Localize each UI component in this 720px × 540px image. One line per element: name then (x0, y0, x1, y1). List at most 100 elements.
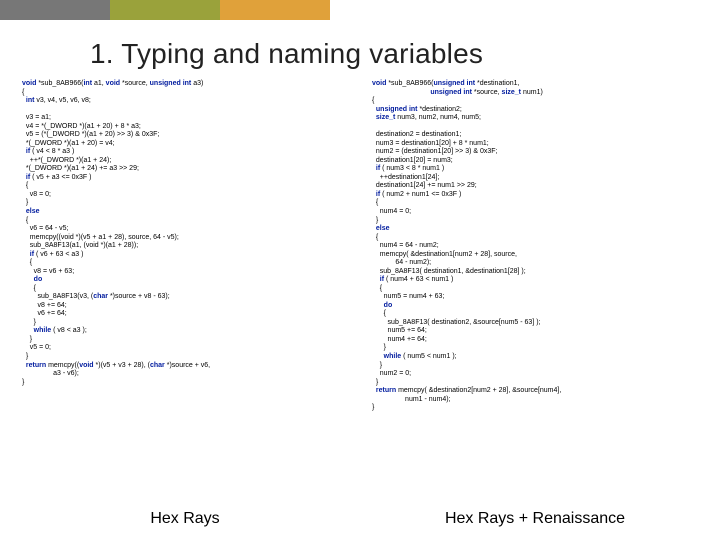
r-bo4: { (372, 310, 386, 317)
l-v6: v6 = 64 - v5; (22, 225, 69, 232)
r-if3a: ( num4 + 63 < num1 ) (384, 276, 453, 283)
l-v8a: v8 = 0; (22, 191, 51, 198)
kw-uint-r3: unsigned int (376, 106, 418, 113)
r-bc2: } (372, 379, 378, 386)
kw-uint-r1: unsigned int (433, 80, 475, 87)
r-open: { (372, 97, 374, 104)
l-bc1: } (22, 199, 28, 206)
accent-grey (0, 0, 110, 20)
r-n4b: num4 = 64 - num2; (372, 242, 439, 249)
caption-right: Hex Rays + Renaissance (330, 510, 680, 528)
kw-uint: unsigned int (150, 80, 192, 87)
r-close: } (372, 404, 374, 411)
accent-olive (110, 0, 220, 20)
l-ret1b: *)(v5 + v3 + 28), ( (94, 362, 150, 369)
r-ret2: num1 - num4); (372, 396, 451, 403)
r-bc3: } (372, 362, 382, 369)
l-wh1: ( v8 < a3 ); (51, 327, 87, 334)
r-bo2: { (372, 234, 378, 241)
kw-void-r: void (372, 80, 386, 87)
r-n4a: num4 = 0; (372, 208, 411, 215)
l-bc3: } (22, 336, 32, 343)
r-bo1: { (372, 199, 378, 206)
kw-while1: while (34, 327, 52, 334)
r-bo3: { (372, 285, 382, 292)
l-ret1: memcpy(( (46, 362, 79, 369)
l-bo4: { (22, 285, 36, 292)
r-ret1: memcpy( &destination2[num2 + 28], &sourc… (396, 387, 561, 394)
caption-row: Hex Rays Hex Rays + Renaissance (0, 510, 720, 528)
r-n5b: num5 += 64; (372, 327, 427, 334)
r-sigpre: *sub_8AB966( (386, 80, 433, 87)
r-call1: sub_8A8F13( destination1, &destination1[… (372, 268, 526, 275)
accent-orange (220, 0, 330, 20)
l-v8b: v8 = v6 + 63; (22, 268, 74, 275)
r-wh1: ( num5 < num1 ); (401, 353, 456, 360)
kw-sizet2: size_t (376, 114, 395, 121)
caption-left: Hex Rays (40, 510, 330, 528)
kw-char2: char (150, 362, 165, 369)
kw-uint-r2: unsigned int (430, 89, 472, 96)
r-if2a: ( num2 + num1 <= 0x3F ) (380, 191, 461, 198)
kw-return-r: return (376, 387, 396, 394)
l-v3: v3 = a1; (22, 114, 51, 121)
l-v8c: v8 += 64; (22, 302, 67, 309)
l-v5: v5 = (*(_DWORD *)(a1 + 20) >> 3) & 0x3F; (22, 131, 159, 138)
r-src: *source, (472, 89, 502, 96)
r-d1: *destination1, (475, 80, 519, 87)
l-if2a: ( v5 + a3 <= 0x3F ) (30, 174, 91, 181)
l-a1: a1, (92, 80, 106, 87)
r-bc4: } (372, 344, 386, 351)
l-call2b: *)source + v8 - 63); (108, 293, 170, 300)
l-bo1: { (22, 182, 28, 189)
code-right: void *sub_8AB966(unsigned int *destinati… (372, 80, 698, 413)
l-src: *source, (120, 80, 150, 87)
l-v5b: v5 = 0; (22, 344, 51, 351)
r-n3: num3 = destination1[20] + 8 * num1; (372, 140, 489, 147)
l-decl: v3, v4, v5, v6, v8; (34, 97, 90, 104)
l-memcpy1: memcpy((void *)(v5 + a1 + 28), source, 6… (22, 234, 179, 241)
slide-title: 1. Typing and naming variables (0, 20, 720, 80)
kw-do1: do (34, 276, 43, 283)
kw-else-r: else (376, 225, 390, 232)
l-v4: v4 = *(_DWORD *)(a1 + 20) + 8 * a3; (22, 123, 141, 130)
l-if1a: ( v4 < 8 * a3 ) (30, 148, 74, 155)
code-left: void *sub_8AB966(int a1, void *source, u… (22, 80, 348, 413)
kw-void: void (22, 80, 36, 87)
l-bo2: { (22, 217, 28, 224)
r-n2: num2 = (destination1[20] >> 3) & 0x3F; (372, 148, 498, 155)
r-if1a: ( num3 < 8 * num1 ) (380, 165, 444, 172)
l-bc2: } (22, 353, 28, 360)
accent-fill (330, 0, 720, 20)
r-inc: ++destination1[24]; (372, 174, 439, 181)
l-open: { (22, 89, 24, 96)
r-d2: destination2 = destination1; (372, 131, 461, 138)
l-a3: a3) (191, 80, 203, 87)
l-if3a: ( v6 + 63 < a3 ) (34, 251, 83, 258)
kw-char1: char (93, 293, 108, 300)
l-bo3: { (22, 259, 32, 266)
r-n2b: num2 = 0; (372, 370, 411, 377)
l-call2: sub_8A8F13(v3, ( (22, 293, 93, 300)
kw-return1: return (26, 362, 46, 369)
l-s2: *(_DWORD *)(a1 + 24) += a3 >> 29; (22, 165, 139, 172)
r-call2: sub_8A8F13( destination2, &source[num5 -… (372, 319, 540, 326)
l-s1: *(_DWORD *)(a1 + 20) = v4; (22, 140, 115, 147)
r-memcpy1b: 64 - num2); (372, 259, 431, 266)
kw-while-r: while (384, 353, 402, 360)
kw-do-r: do (384, 302, 393, 309)
l-inc: ++*(_DWORD *)(a1 + 24); (22, 157, 111, 164)
slide-accent-bar (0, 0, 720, 20)
l-close: } (22, 379, 24, 386)
r-s2: destination1[24] += num1 >> 29; (372, 182, 477, 189)
r-n4c: num4 += 64; (372, 336, 427, 343)
r-bc1: } (372, 217, 378, 224)
kw-void3: void (79, 362, 93, 369)
kw-else1: else (26, 208, 40, 215)
r-decla: *destination2; (418, 106, 462, 113)
r-n5a: num5 = num4 + 63; (372, 293, 444, 300)
r-memcpy1a: memcpy( &destination1[num2 + 28], source… (372, 251, 517, 258)
r-n1: num1) (521, 89, 543, 96)
code-columns: void *sub_8AB966(int a1, void *source, u… (0, 80, 720, 413)
kw-void2: void (106, 80, 120, 87)
